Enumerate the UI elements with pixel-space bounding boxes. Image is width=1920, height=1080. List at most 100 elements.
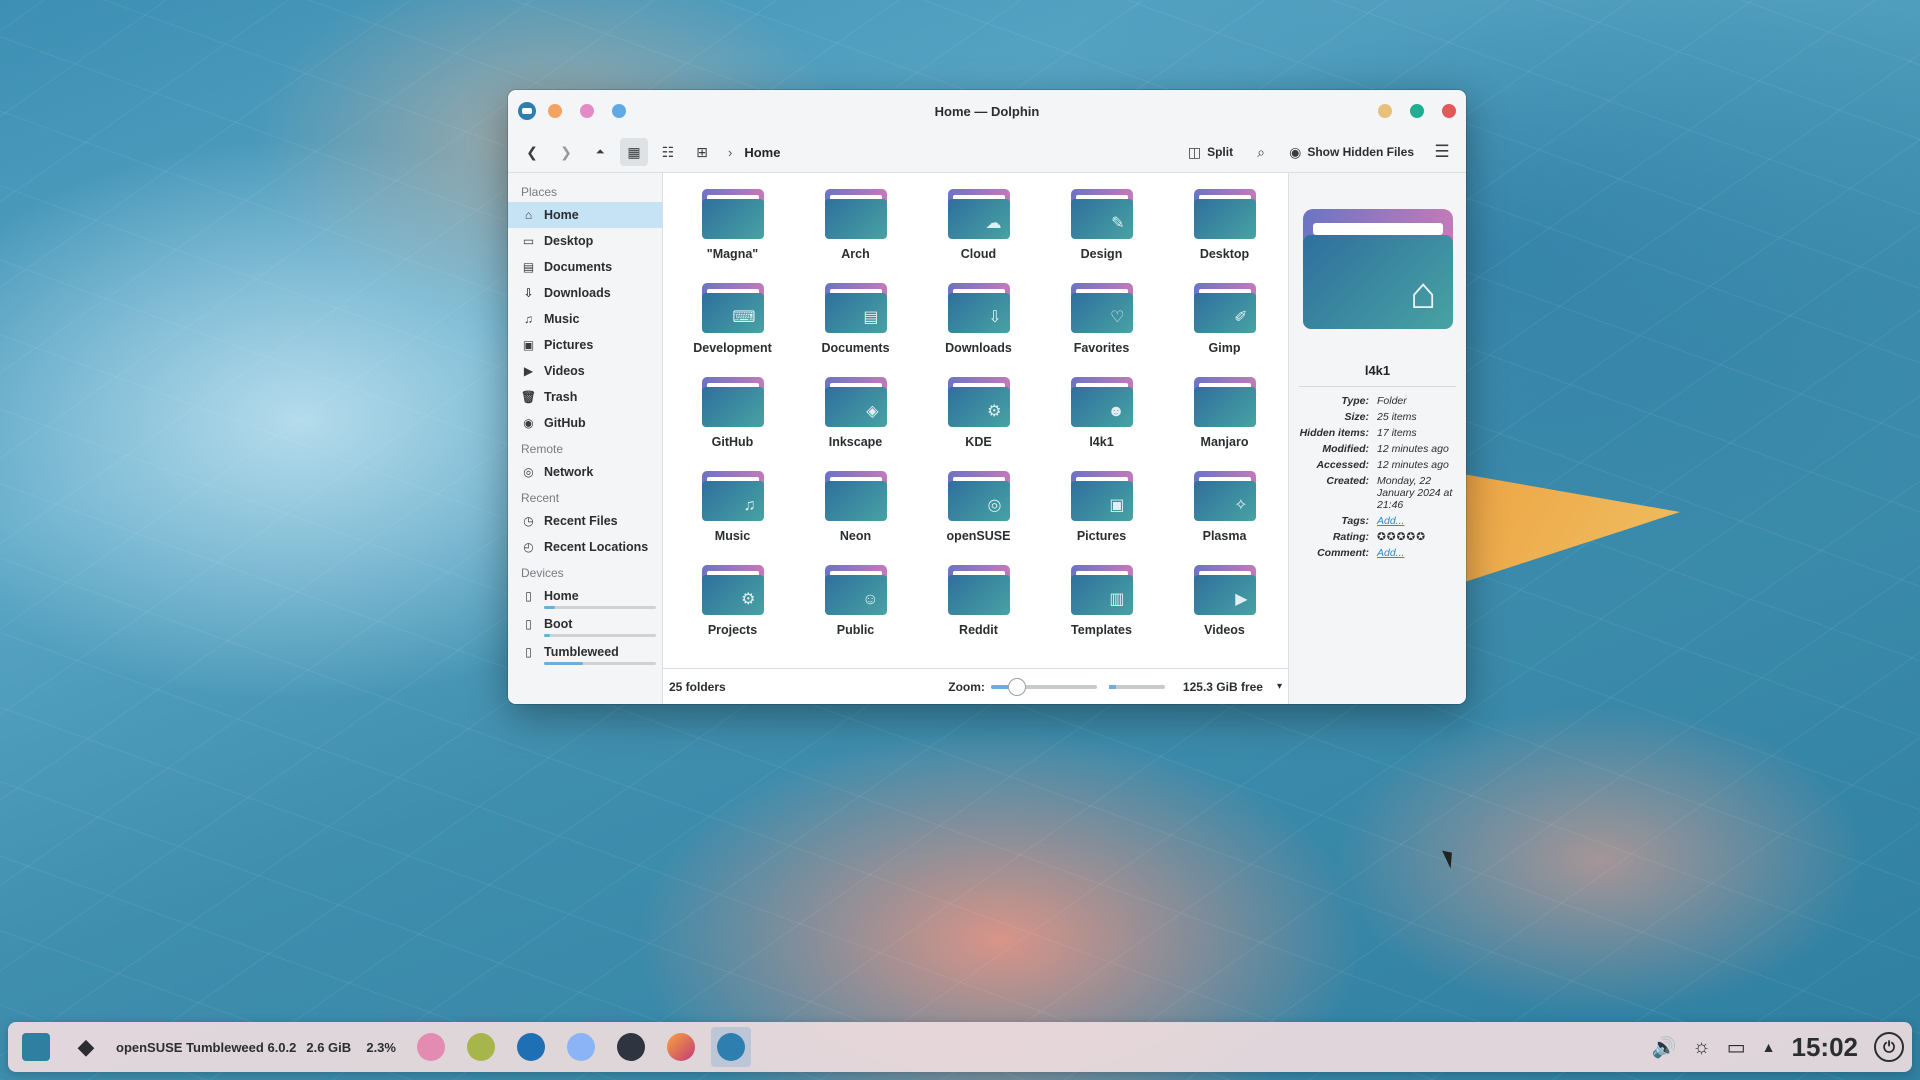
- icons-grid: "Magna" Arch ☁ Cloud ✎ Design Desktop ⌨ Developm…: [663, 173, 1288, 668]
- free-space-label[interactable]: 125.3 GiB free: [1183, 680, 1263, 694]
- folder-icon: ▶: [1193, 565, 1256, 615]
- show-desktop-button[interactable]: [16, 1027, 56, 1067]
- places-item-downloads[interactable]: ⇩ Downloads: [508, 280, 662, 306]
- volume-icon[interactable]: 🔊: [1651, 1035, 1676, 1060]
- compact-view-button[interactable]: ☷: [654, 138, 682, 166]
- folder-item[interactable]: ⚙ KDE: [917, 375, 1040, 469]
- chevron-down-icon[interactable]: ▾: [1277, 681, 1282, 692]
- folder-name: Reddit: [959, 623, 998, 637]
- property-value: Folder: [1377, 395, 1407, 407]
- back-button[interactable]: ❮: [518, 138, 546, 166]
- folder-item[interactable]: Arch: [794, 187, 917, 281]
- minimize-button[interactable]: [1378, 104, 1392, 118]
- folder-item[interactable]: ⚙ Projects: [671, 563, 794, 657]
- orange-dot-icon[interactable]: [548, 104, 562, 118]
- places-item-pictures[interactable]: ▣ Pictures: [508, 332, 662, 358]
- places-item-home[interactable]: ⌂ Home: [508, 202, 662, 228]
- rating-stars[interactable]: ✪✪✪✪✪: [1377, 531, 1456, 543]
- places-panel: Places ⌂ Home ▭ Desktop ▤ Documents ⇩ Downloads…: [508, 173, 663, 704]
- remote-item-network[interactable]: ◎ Network: [508, 459, 662, 485]
- zoom-slider-handle[interactable]: [1008, 677, 1027, 696]
- folder-item[interactable]: ☺ Public: [794, 563, 917, 657]
- expand-tray-icon[interactable]: ▲: [1762, 1039, 1776, 1055]
- folder-item[interactable]: ⌨ Development: [671, 281, 794, 375]
- taskbar-app-3[interactable]: [511, 1027, 551, 1067]
- places-item-music[interactable]: ♫ Music: [508, 306, 662, 332]
- taskbar-app-1[interactable]: [411, 1027, 451, 1067]
- show-hidden-files-button[interactable]: ◉ Show Hidden Files: [1285, 138, 1418, 166]
- dolphin-app-icon[interactable]: [518, 102, 536, 120]
- folder-name: openSUSE: [946, 529, 1011, 543]
- network-tray-icon[interactable]: ▭: [1727, 1035, 1746, 1060]
- blue-dot-icon[interactable]: [612, 104, 626, 118]
- sidebar-item-label: Trash: [544, 390, 578, 404]
- folder-item[interactable]: ▥ Templates: [1040, 563, 1163, 657]
- recent-item-recent-files[interactable]: ◷ Recent Files: [508, 508, 662, 534]
- taskbar-app-4[interactable]: [561, 1027, 601, 1067]
- search-button[interactable]: ⌕: [1247, 138, 1275, 166]
- folder-item[interactable]: ⇩ Downloads: [917, 281, 1040, 375]
- clock[interactable]: 15:02: [1792, 1032, 1859, 1063]
- folder-item[interactable]: GitHub: [671, 375, 794, 469]
- breadcrumb[interactable]: Home: [744, 145, 780, 160]
- folder-item[interactable]: ▤ Documents: [794, 281, 917, 375]
- recent-header: Recent: [521, 491, 560, 505]
- folder-item[interactable]: ▶ Videos: [1163, 563, 1286, 657]
- folder-icon: [701, 377, 764, 427]
- cpu-usage[interactable]: 2.3%: [361, 1027, 401, 1067]
- recent-item-recent-locations[interactable]: ◴ Recent Locations: [508, 534, 662, 560]
- sidebar-item-label: Pictures: [544, 338, 594, 352]
- pink-dot-icon[interactable]: [580, 104, 594, 118]
- property-value[interactable]: Add...: [1377, 547, 1456, 559]
- gimp-icon: [467, 1033, 496, 1061]
- places-item-desktop[interactable]: ▭ Desktop: [508, 228, 662, 254]
- icons-view-button[interactable]: ▦: [620, 138, 648, 166]
- places-item-videos[interactable]: ▶ Videos: [508, 358, 662, 384]
- folder-item[interactable]: ♫ Music: [671, 469, 794, 563]
- folder-emblem-icon: ▤: [863, 309, 879, 326]
- folder-item[interactable]: ◈ Inkscape: [794, 375, 917, 469]
- documents-icon: ▤: [522, 260, 535, 274]
- folder-name: Design: [1080, 247, 1123, 261]
- forward-button[interactable]: ❯: [552, 138, 580, 166]
- folder-item[interactable]: ◎ openSUSE: [917, 469, 1040, 563]
- folder-item[interactable]: ♡ Favorites: [1040, 281, 1163, 375]
- places-item-github[interactable]: ◉ GitHub: [508, 410, 662, 436]
- memory-usage[interactable]: 2.6 GiB: [306, 1027, 351, 1067]
- folder-item[interactable]: Reddit: [917, 563, 1040, 657]
- folder-item[interactable]: ✎ Design: [1040, 187, 1163, 281]
- property-value[interactable]: Add...: [1377, 515, 1456, 527]
- titlebar[interactable]: Home — Dolphin: [508, 90, 1466, 132]
- folder-item[interactable]: Manjaro: [1163, 375, 1286, 469]
- zoom-label: Zoom:: [948, 679, 985, 694]
- folder-emblem-icon: ◈: [866, 403, 879, 420]
- power-icon[interactable]: ⏻: [1874, 1032, 1904, 1062]
- places-item-trash[interactable]: 🗑 Trash: [508, 384, 662, 410]
- app-launcher-button[interactable]: ◆: [66, 1027, 106, 1067]
- places-item-documents[interactable]: ▤ Documents: [508, 254, 662, 280]
- folder-item[interactable]: Desktop: [1163, 187, 1286, 281]
- folder-item[interactable]: ☁ Cloud: [917, 187, 1040, 281]
- maximize-button[interactable]: [1410, 104, 1424, 118]
- taskbar-firefox[interactable]: [661, 1027, 701, 1067]
- folder-item[interactable]: ▣ Pictures: [1040, 469, 1163, 563]
- zoom-slider[interactable]: [990, 677, 1097, 696]
- folder-item[interactable]: "Magna": [671, 187, 794, 281]
- details-view-button[interactable]: ⊞: [688, 138, 716, 166]
- folder-emblem-icon: ⚙: [987, 403, 1002, 420]
- folder-item[interactable]: Neon: [794, 469, 917, 563]
- folder-icon: ▥: [1070, 565, 1133, 615]
- menu-button[interactable]: ☰: [1428, 138, 1456, 166]
- folder-item[interactable]: ✧ Plasma: [1163, 469, 1286, 563]
- folder-item[interactable]: ☻ l4k1: [1040, 375, 1163, 469]
- close-button[interactable]: [1442, 104, 1456, 118]
- property-value: 12 minutes ago: [1377, 443, 1449, 455]
- taskbar-app-2[interactable]: [461, 1027, 501, 1067]
- taskbar-dolphin[interactable]: [711, 1027, 752, 1067]
- split-button[interactable]: ◫ Split: [1184, 138, 1237, 166]
- toolbar: ❮ ❯ ⏶ ▦ ☷ ⊞ › Home ◫ Split ⌕ ◉ Show Hidd…: [508, 132, 1466, 172]
- brightness-icon[interactable]: ☼: [1692, 1036, 1710, 1059]
- folder-item[interactable]: ✐ Gimp: [1163, 281, 1286, 375]
- up-button[interactable]: ⏶: [586, 138, 614, 166]
- taskbar-app-5[interactable]: [611, 1027, 651, 1067]
